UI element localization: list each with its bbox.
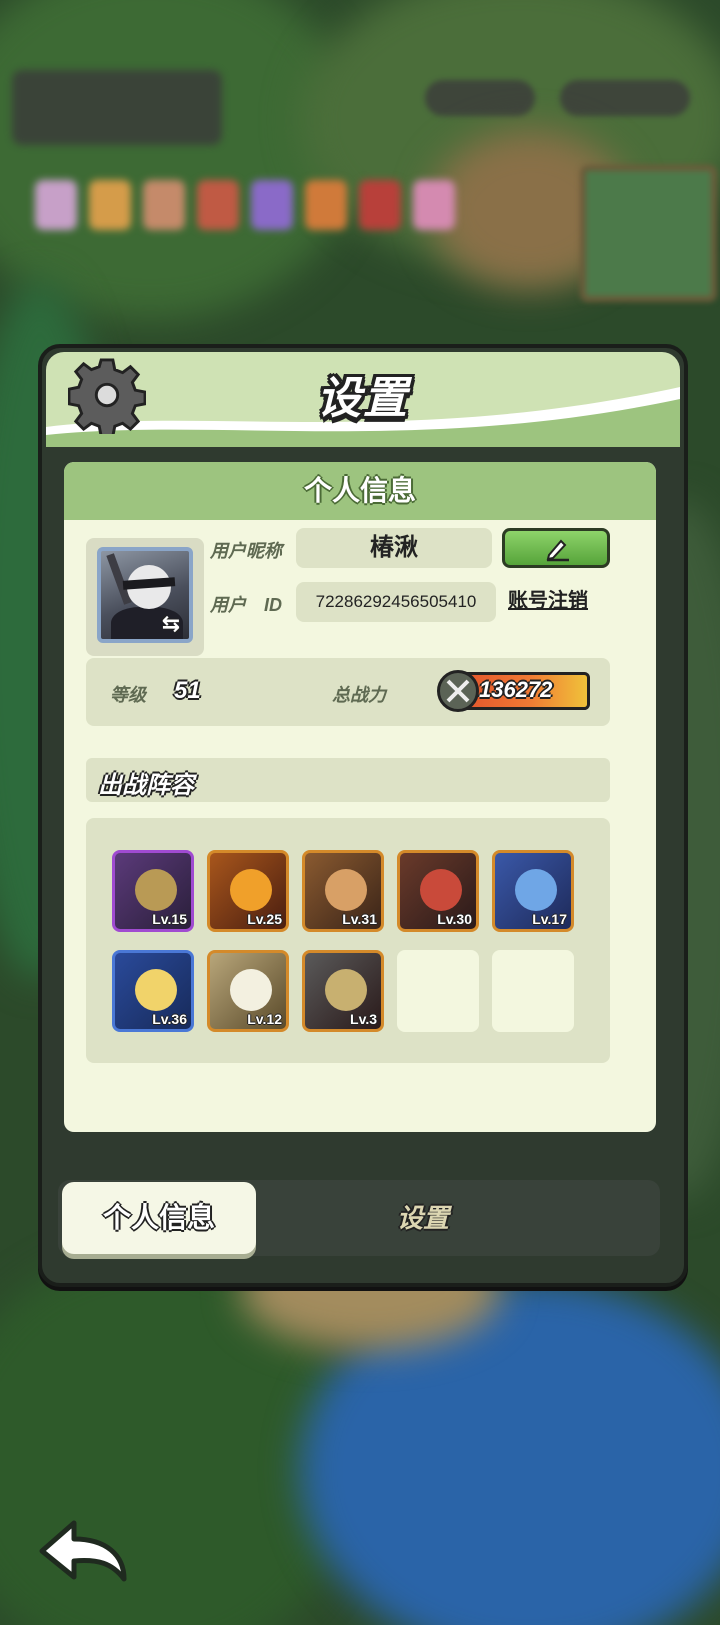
tab-bar: 个人信息 设置	[58, 1180, 660, 1256]
lineup-header: 出战阵容	[86, 758, 610, 802]
hero-slot-8[interactable]: Lv.3	[302, 950, 384, 1032]
power-value: 136272	[479, 677, 553, 702]
hero-slot-3[interactable]: Lv.31	[302, 850, 384, 932]
lineup-title: 出战阵容	[98, 772, 194, 799]
lineup-grid: Lv.15 Lv.25 Lv.31 Lv.30 Lv.17 Lv.36 Lv.1…	[86, 818, 610, 1063]
tab-profile[interactable]: 个人信息	[62, 1182, 256, 1254]
nickname-label: 用户昵称	[210, 541, 282, 561]
back-arrow-icon[interactable]	[36, 1515, 132, 1585]
empty-hero-slot[interactable]	[492, 950, 574, 1032]
delete-account-link[interactable]: 账号注销	[508, 584, 588, 613]
profile-card: 个人信息 ⇆ 用户昵称 椿湫 用户 ID 72286292456505410 账…	[64, 462, 656, 1132]
hero-slot-2[interactable]: Lv.25	[207, 850, 289, 932]
user-id-field: 72286292456505410	[296, 582, 496, 622]
card-header: 个人信息	[64, 462, 656, 520]
swap-avatar-icon[interactable]: ⇆	[157, 613, 185, 635]
avatar-frame[interactable]: ⇆	[86, 538, 204, 656]
user-id-label: 用户 ID	[210, 595, 282, 615]
panel-title: 设置	[317, 374, 409, 423]
nickname-field: 椿湫	[296, 528, 492, 568]
level-label: 等级	[110, 685, 146, 705]
stats-bar: 等级 51 总战力 136272	[86, 658, 610, 726]
hero-slot-1[interactable]: Lv.15	[112, 850, 194, 932]
hero-slot-7[interactable]: Lv.12	[207, 950, 289, 1032]
hero-slot-4[interactable]: Lv.30	[397, 850, 479, 932]
power-label: 总战力	[332, 685, 386, 705]
level-value: 51	[174, 677, 201, 704]
edit-nickname-button[interactable]	[502, 528, 610, 568]
hero-slot-6[interactable]: Lv.36	[112, 950, 194, 1032]
tab-settings[interactable]: 设置	[308, 1182, 538, 1254]
crossed-swords-icon	[437, 670, 479, 712]
power-badge: 136272	[437, 670, 590, 712]
empty-hero-slot[interactable]	[397, 950, 479, 1032]
avatar[interactable]: ⇆	[97, 547, 193, 643]
hero-slot-5[interactable]: Lv.17	[492, 850, 574, 932]
panel-header: 设置	[46, 352, 680, 447]
pencil-icon	[546, 539, 569, 562]
